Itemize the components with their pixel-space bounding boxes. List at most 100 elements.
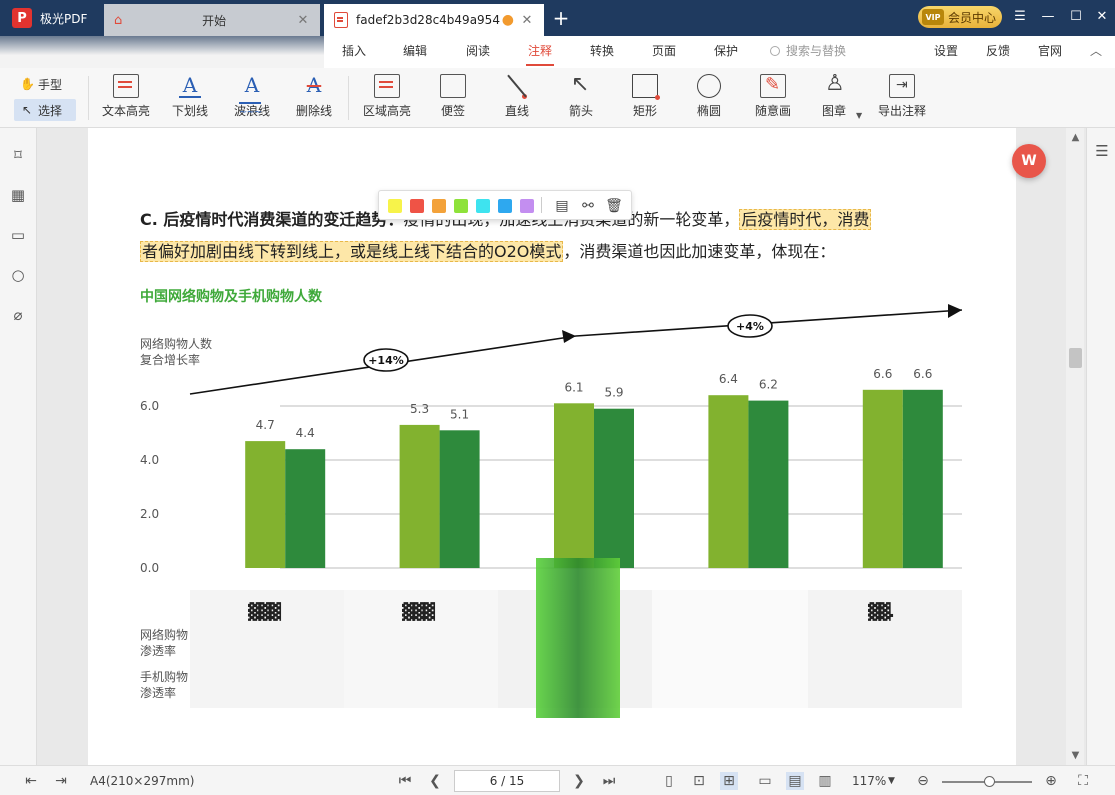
new-tab-button[interactable]: + [550,6,572,30]
underline-tool[interactable]: A 下划线 [160,74,220,124]
tool-label: 导出注释 [877,104,926,118]
popup-divider [541,197,542,213]
menu-protect[interactable]: 保护 [714,42,738,59]
zoom-slider-handle[interactable] [983,776,995,787]
menu-edit[interactable]: 编辑 [403,42,427,59]
zoom-in-icon[interactable]: ⊕ [1042,772,1060,790]
minimize-button[interactable]: — [1036,6,1060,28]
menu-insert[interactable]: 插入 [342,42,366,59]
fit-page-icon[interactable]: ⊡ [690,772,708,790]
stamp-tool[interactable]: 图章 [804,71,864,124]
menu-website[interactable]: 官网 [1038,42,1062,59]
export-annotations-tool[interactable]: 导出注释 [872,74,932,124]
single-page-icon[interactable]: ▭ [756,772,774,790]
close-window-button[interactable]: ✕ [1090,6,1114,28]
y-tick-label: 0.0 [140,561,159,575]
two-page-icon[interactable]: ▥ [816,772,834,790]
ellipse-tool[interactable]: 椭圆 [679,74,739,124]
maximize-button[interactable]: ☐ [1064,6,1088,28]
bar-value-label: 6.6 [913,367,932,381]
collapse-left-icon[interactable]: ⇤ [22,772,40,790]
zoom-level[interactable]: 117% [852,774,886,788]
tab-document[interactable]: fadef2b3d28c4b49a9548... ● ✕ [324,4,544,36]
scroll-up-icon[interactable]: ▲ [1069,132,1082,143]
strikethrough-tool[interactable]: A 删除线 [284,74,344,124]
fit-width-icon[interactable]: ⊞ [720,772,738,790]
prev-page-icon[interactable]: ❮ [426,772,444,790]
rectangle-tool[interactable]: 矩形 [615,74,675,124]
app-logo: P [12,8,32,28]
wavy-line-tool[interactable]: A 波浪线 [222,74,282,124]
close-icon[interactable]: ✕ [296,13,310,28]
first-page-icon[interactable]: ⏮ [396,772,414,790]
hand-tool[interactable]: ✋ 手型 [14,73,76,95]
settings-sliders-icon[interactable]: ☰ [1093,142,1111,160]
line-tool[interactable]: 直线 [487,74,547,124]
zoom-out-icon[interactable]: ⊖ [914,772,932,790]
obscured-text: ▓▓▓ [248,602,281,621]
obscured-text: ▓▓. [868,602,895,621]
bookmark-icon[interactable]: ⌑ [9,146,27,164]
stamp-dropdown-icon[interactable]: ▼ [856,111,862,120]
menu-convert[interactable]: 转换 [590,42,614,59]
color-swatch-red[interactable] [410,199,424,213]
page-indicator-input[interactable]: 6 / 15 [454,770,560,792]
continuous-page-icon[interactable]: ▤ [786,772,804,790]
text-highlight-tool[interactable]: 文本高亮 [96,74,156,124]
skin-icon[interactable]: ☰ [1008,6,1032,28]
bar-value-label: 6.6 [873,367,892,381]
attachment-icon[interactable]: ⌀ [9,306,27,324]
collapse-ribbon-icon[interactable]: ︿ [1090,42,1102,59]
trash-icon[interactable]: 🗑 [605,197,623,215]
row-label-line: 网络购物 [140,628,189,642]
menu-feedback[interactable]: 反馈 [986,42,1010,59]
scrollbar-thumb[interactable] [1069,348,1082,368]
area-highlight-tool[interactable]: 区域高亮 [357,74,417,124]
highlight-color-popup: ▤ ⚯ 🗑 [378,190,632,220]
menu-page[interactable]: 页面 [652,42,676,59]
highlighted-text[interactable]: 后疫情时代，消费 [739,209,872,230]
color-swatch-green[interactable] [454,199,468,213]
row-label-line: 渗透率 [140,644,177,658]
vip-center-button[interactable]: VIP 会员中心 [918,6,1002,28]
thumbnails-icon[interactable]: ▦ [9,186,27,204]
next-page-icon[interactable]: ❯ [570,772,588,790]
menu-settings[interactable]: 设置 [934,42,958,59]
search-icon[interactable]: ○ [9,266,27,284]
freehand-tool[interactable]: 随意画 [743,74,803,124]
actual-size-icon[interactable]: ▯ [660,772,678,790]
sticky-note-tool[interactable]: 便签 [423,74,483,124]
properties-icon[interactable]: ⚯ [579,197,597,215]
arrow-tool[interactable]: 箭头 [551,72,611,124]
highlighted-text[interactable]: 者偏好加剧由线下转到线上，或是线上线下结合的O2O模式 [140,241,564,262]
wavy-line-icon: A [239,74,265,104]
growth-label: +14% [368,354,404,367]
comments-icon[interactable]: ▭ [9,226,27,244]
vertical-scrollbar[interactable] [1066,128,1084,765]
floating-assistant-icon[interactable]: W [1012,144,1046,178]
color-swatch-cyan[interactable] [476,199,490,213]
last-page-icon[interactable]: ⏭ [600,772,618,790]
search-replace[interactable]: 搜索与替换 [770,42,846,59]
page-size-label: A4(210×297mm) [90,774,195,788]
comment-icon[interactable]: ▤ [553,197,571,215]
close-icon[interactable]: ✕ [520,13,534,28]
color-swatch-orange[interactable] [432,199,446,213]
scroll-down-icon[interactable]: ▼ [1069,750,1082,761]
hand-label: 手型 [38,77,63,92]
search-icon [770,46,780,56]
menu-read[interactable]: 阅读 [466,42,490,59]
strikethrough-icon: A [306,73,322,97]
select-tool[interactable]: ↖ 选择 [14,99,76,121]
bar [554,403,594,568]
tab-home[interactable]: ⌂ 开始 ✕ [104,4,320,36]
zoom-dropdown-icon[interactable]: ▼ [888,776,895,786]
menu-annotate[interactable]: 注释 [528,42,552,59]
expand-right-icon[interactable]: ⇥ [52,772,70,790]
fullscreen-icon[interactable]: ⛶ [1074,772,1092,790]
bar [708,395,749,568]
color-swatch-purple[interactable] [520,199,534,213]
color-swatch-yellow[interactable] [388,199,402,213]
active-menu-indicator [526,64,554,66]
color-swatch-blue[interactable] [498,199,512,213]
